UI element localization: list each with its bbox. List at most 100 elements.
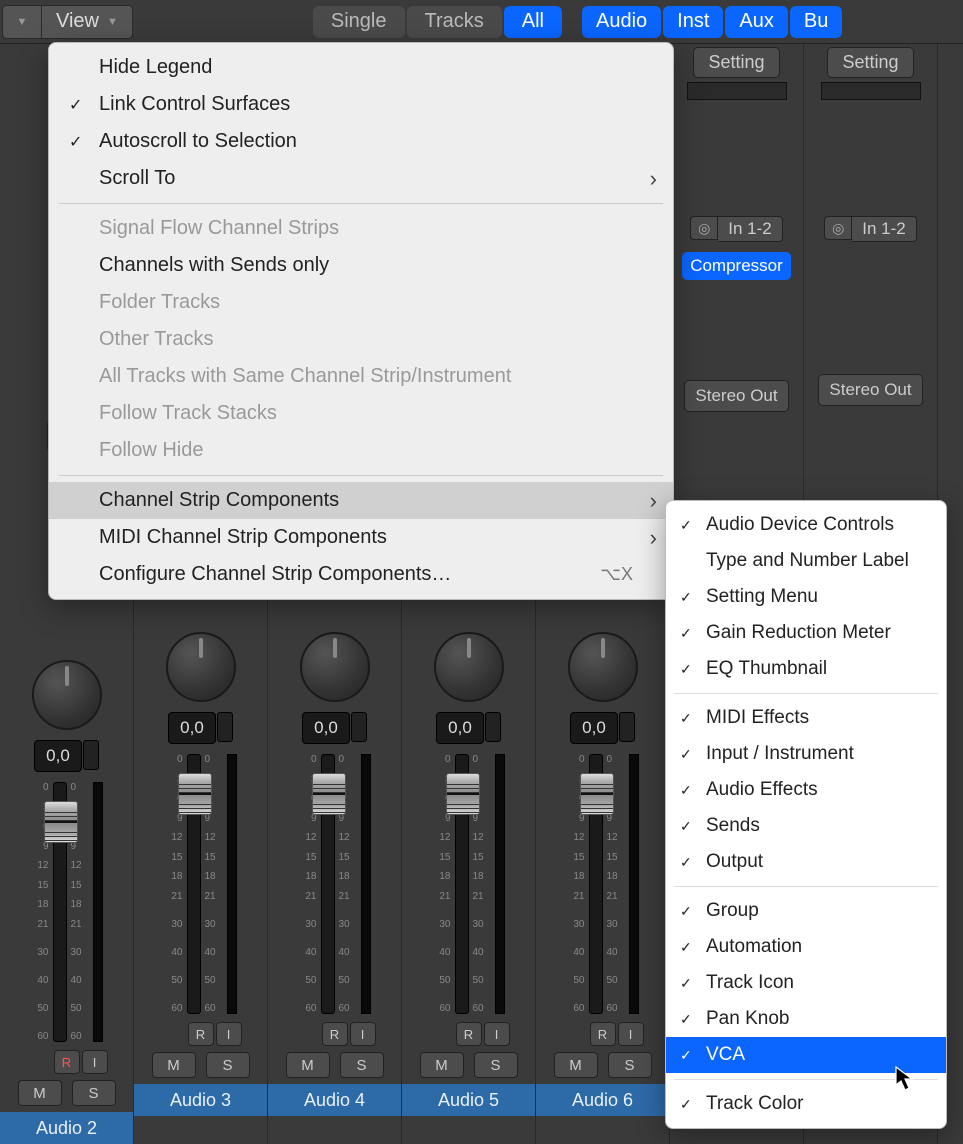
- track-name-label[interactable]: Audio 2: [0, 1112, 133, 1144]
- pan-meter: [619, 712, 635, 742]
- check-icon: ✓: [680, 589, 692, 606]
- toolbar-dropdown[interactable]: ▼: [2, 5, 42, 39]
- menu-midi-channel-strip-components[interactable]: MIDI Channel Strip Components: [49, 519, 673, 556]
- pan-meter: [351, 712, 367, 742]
- pan-knob[interactable]: [300, 632, 370, 702]
- record-enable-button[interactable]: R: [590, 1022, 616, 1046]
- check-icon: ✓: [680, 975, 692, 992]
- track-name-label[interactable]: Audio 5: [402, 1084, 535, 1116]
- sub-track-icon[interactable]: ✓Track Icon: [666, 965, 946, 1001]
- tab-inst[interactable]: Inst: [663, 6, 723, 38]
- mute-button[interactable]: M: [554, 1052, 598, 1078]
- setting-button[interactable]: Setting: [693, 47, 779, 78]
- menu-channels-sends-only[interactable]: Channels with Sends only: [49, 247, 673, 284]
- sub-sends[interactable]: ✓Sends: [666, 808, 946, 844]
- keyboard-shortcut: ⌥X: [600, 564, 633, 585]
- solo-button[interactable]: S: [340, 1052, 384, 1078]
- sub-midi-effects[interactable]: ✓MIDI Effects: [666, 700, 946, 736]
- record-enable-button[interactable]: R: [188, 1022, 214, 1046]
- check-icon: ✓: [680, 746, 692, 763]
- sub-pan-knob[interactable]: ✓Pan Knob: [666, 1001, 946, 1037]
- stereo-icon[interactable]: ◎: [824, 216, 852, 240]
- sub-audio-effects[interactable]: ✓Audio Effects: [666, 772, 946, 808]
- fader-cap[interactable]: [580, 773, 614, 815]
- setting-button[interactable]: Setting: [827, 47, 913, 78]
- menu-separator: [674, 1079, 938, 1080]
- solo-button[interactable]: S: [72, 1080, 116, 1106]
- input-button[interactable]: In 1-2: [718, 216, 782, 242]
- input-monitor-button[interactable]: I: [82, 1050, 108, 1074]
- mute-button[interactable]: M: [286, 1052, 330, 1078]
- fader[interactable]: 0369121518213040506003691215182130405060: [433, 754, 505, 1014]
- menu-channel-strip-components[interactable]: Channel Strip Components: [49, 482, 673, 519]
- check-icon: ✓: [680, 517, 692, 534]
- fader-cap[interactable]: [312, 773, 346, 815]
- tab-aux[interactable]: Aux: [725, 6, 787, 38]
- pan-knob[interactable]: [434, 632, 504, 702]
- check-icon: ✓: [680, 661, 692, 678]
- pan-value[interactable]: 0,0: [34, 740, 82, 772]
- pan-knob[interactable]: [166, 632, 236, 702]
- pan-value[interactable]: 0,0: [302, 712, 350, 744]
- stereo-icon[interactable]: ◎: [690, 216, 718, 240]
- solo-button[interactable]: S: [474, 1052, 518, 1078]
- sub-vca[interactable]: ✓VCA: [666, 1037, 946, 1073]
- sub-output[interactable]: ✓Output: [666, 844, 946, 880]
- view-menu-button[interactable]: View ▼: [42, 5, 133, 39]
- menu-configure-channel-strip[interactable]: Configure Channel Strip Components…⌥X: [49, 556, 673, 593]
- pan-value[interactable]: 0,0: [436, 712, 484, 744]
- record-enable-button[interactable]: R: [54, 1050, 80, 1074]
- output-button[interactable]: Stereo Out: [818, 374, 922, 406]
- sub-input-instrument[interactable]: ✓Input / Instrument: [666, 736, 946, 772]
- sub-automation[interactable]: ✓Automation: [666, 929, 946, 965]
- track-name-label[interactable]: Audio 3: [134, 1084, 267, 1116]
- menu-hide-legend[interactable]: Hide Legend: [49, 49, 673, 86]
- tab-single[interactable]: Single: [313, 6, 405, 38]
- solo-button[interactable]: S: [206, 1052, 250, 1078]
- pan-value[interactable]: 0,0: [168, 712, 216, 744]
- fader-cap[interactable]: [178, 773, 212, 815]
- output-button[interactable]: Stereo Out: [684, 380, 788, 412]
- input-monitor-button[interactable]: I: [484, 1022, 510, 1046]
- pan-knob[interactable]: [568, 632, 638, 702]
- fader[interactable]: 03691215182130405060 0369121518213040506…: [31, 782, 103, 1042]
- fader-cap[interactable]: [446, 773, 480, 815]
- sub-setting-menu[interactable]: ✓Setting Menu: [666, 579, 946, 615]
- tab-bus[interactable]: Bu: [790, 6, 842, 38]
- input-button[interactable]: In 1-2: [852, 216, 916, 242]
- mute-button[interactable]: M: [18, 1080, 62, 1106]
- sub-eq-thumbnail[interactable]: ✓EQ Thumbnail: [666, 651, 946, 687]
- audio-effect-insert[interactable]: Compressor: [682, 252, 791, 280]
- input-monitor-button[interactable]: I: [350, 1022, 376, 1046]
- pan-knob[interactable]: [32, 660, 102, 730]
- fader-cap[interactable]: [44, 801, 78, 843]
- record-enable-button[interactable]: R: [322, 1022, 348, 1046]
- record-enable-button[interactable]: R: [456, 1022, 482, 1046]
- mute-button[interactable]: M: [420, 1052, 464, 1078]
- tab-tracks[interactable]: Tracks: [407, 6, 502, 38]
- sub-group[interactable]: ✓Group: [666, 893, 946, 929]
- fader[interactable]: 0369121518213040506003691215182130405060: [165, 754, 237, 1014]
- fader[interactable]: 0369121518213040506003691215182130405060: [567, 754, 639, 1014]
- fader[interactable]: 0369121518213040506003691215182130405060: [299, 754, 371, 1014]
- menu-autoscroll-to-selection[interactable]: ✓Autoscroll to Selection: [49, 123, 673, 160]
- track-name-label[interactable]: Audio 6: [536, 1084, 669, 1116]
- solo-button[interactable]: S: [608, 1052, 652, 1078]
- sub-type-number-label[interactable]: Type and Number Label: [666, 543, 946, 579]
- sub-gain-reduction-meter[interactable]: ✓Gain Reduction Meter: [666, 615, 946, 651]
- track-name-label[interactable]: Audio 4: [268, 1084, 401, 1116]
- level-meter: [227, 754, 237, 1014]
- tab-all[interactable]: All: [504, 6, 562, 38]
- input-monitor-button[interactable]: I: [216, 1022, 242, 1046]
- check-icon: ✓: [680, 625, 692, 642]
- input-monitor-button[interactable]: I: [618, 1022, 644, 1046]
- sub-audio-device-controls[interactable]: ✓Audio Device Controls: [666, 507, 946, 543]
- tab-audio[interactable]: Audio: [582, 6, 661, 38]
- mute-button[interactable]: M: [152, 1052, 196, 1078]
- menu-separator: [59, 203, 663, 204]
- sub-track-color[interactable]: ✓Track Color: [666, 1086, 946, 1122]
- menu-signal-flow: Signal Flow Channel Strips: [49, 210, 673, 247]
- menu-link-control-surfaces[interactable]: ✓Link Control Surfaces: [49, 86, 673, 123]
- menu-scroll-to[interactable]: Scroll To: [49, 160, 673, 197]
- pan-value[interactable]: 0,0: [570, 712, 618, 744]
